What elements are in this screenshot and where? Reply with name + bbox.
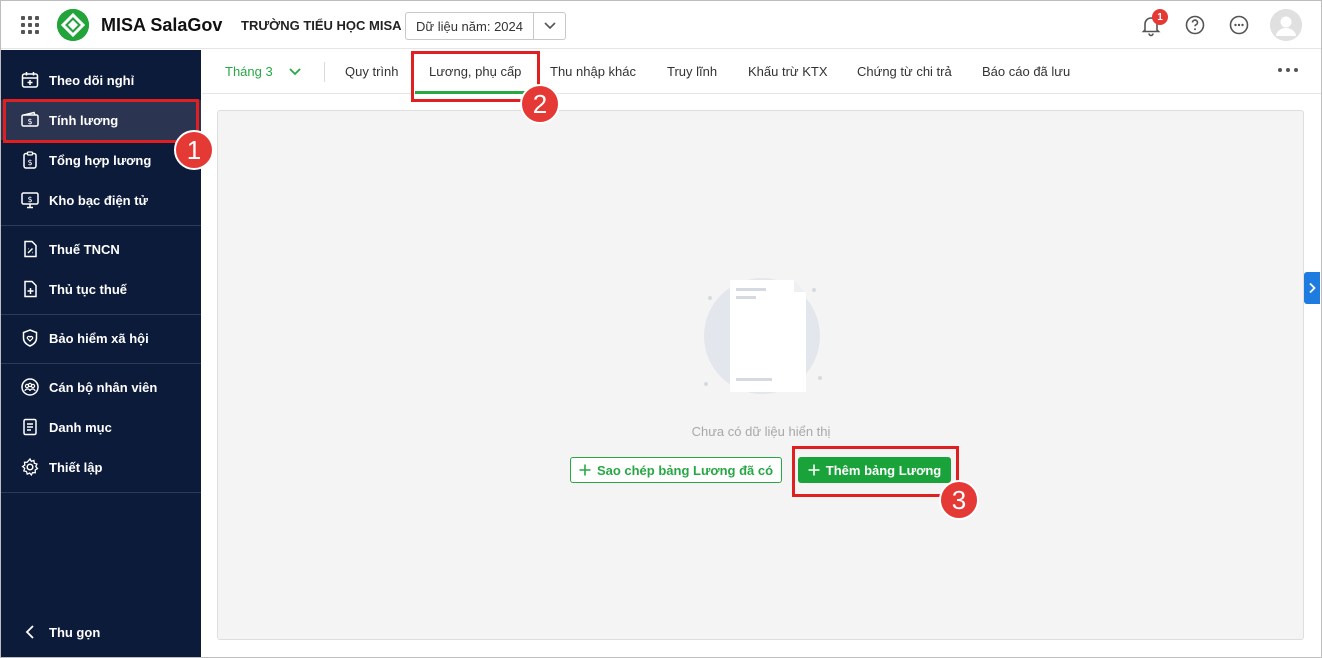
help-icon[interactable] xyxy=(1183,13,1207,37)
sidebar-collapse-label: Thu gọn xyxy=(49,624,101,640)
sidebar-item-bao-hiem-xa-hoi[interactable]: Bảo hiểm xã hội xyxy=(1,318,201,358)
tab-separator xyxy=(324,62,325,82)
file-plus-icon xyxy=(24,280,37,298)
chevron-down-icon xyxy=(533,13,565,39)
tab-bar: Tháng 3 Quy trình Lương, phụ cấp Thu nhậ… xyxy=(202,50,1321,94)
plus-icon xyxy=(808,464,820,476)
tab-thu-nhap-khac[interactable]: Thu nhập khác xyxy=(550,64,636,79)
month-select[interactable]: Tháng 3 xyxy=(225,64,301,79)
tab-chung-tu-chi-tra[interactable]: Chứng từ chi trả xyxy=(857,64,952,79)
add-salary-table-label: Thêm bảng Lương xyxy=(825,462,942,478)
month-select-value: Tháng 3 xyxy=(225,64,273,79)
tab-khau-tru-ktx[interactable]: Khấu trừ KTX xyxy=(748,64,828,79)
more-tabs-icon[interactable] xyxy=(1278,68,1302,72)
tab-bao-cao-da-luu[interactable]: Báo cáo đã lưu xyxy=(982,64,1070,79)
year-select-value: Dữ liệu năm: 2024 xyxy=(416,18,523,34)
svg-text:$: $ xyxy=(27,158,32,167)
sidebar-divider xyxy=(1,225,201,226)
gear-icon xyxy=(21,457,39,477)
sidebar-item-label: Cán bộ nhân viên xyxy=(49,379,158,395)
active-tab-indicator xyxy=(415,91,528,94)
calendar-icon xyxy=(21,72,39,88)
copy-salary-table-label: Sao chép bảng Lương đã có xyxy=(596,462,774,478)
sidebar-item-label: Danh mục xyxy=(49,419,112,435)
more-options-icon[interactable] xyxy=(1227,13,1251,37)
sidebar-item-label: Thiết lập xyxy=(49,459,103,475)
shield-heart-icon xyxy=(22,329,38,347)
clipboard-dollar-icon: $ xyxy=(23,151,37,169)
chevron-down-icon xyxy=(289,67,301,75)
app-launcher-icon[interactable] xyxy=(21,16,39,34)
copy-salary-table-button[interactable]: Sao chép bảng Lương đã có xyxy=(570,457,782,483)
brand-logo-icon xyxy=(57,9,89,41)
sidebar-item-label: Bảo hiểm xã hội xyxy=(49,330,149,346)
sidebar-divider xyxy=(1,314,201,315)
people-icon xyxy=(21,378,39,396)
list-doc-icon xyxy=(23,418,37,436)
step-marker-1: 1 xyxy=(174,130,214,170)
sidebar-divider xyxy=(1,363,201,364)
sidebar-item-kho-bac-dien-tu[interactable]: $ Kho bạc điện tử xyxy=(1,180,201,220)
plus-icon xyxy=(579,464,591,476)
chevron-right-icon xyxy=(1309,282,1316,294)
step-marker-3: 3 xyxy=(939,480,979,520)
sidebar: Theo dõi nghỉ $ Tính lương $ Tổng hợp lư… xyxy=(1,50,201,657)
svg-text:$: $ xyxy=(27,195,32,204)
tab-luong-phu-cap[interactable]: Lương, phụ cấp xyxy=(429,64,521,79)
sidebar-item-label: Thuế TNCN xyxy=(49,241,120,257)
avatar[interactable] xyxy=(1270,9,1302,41)
step-marker-2: 2 xyxy=(520,84,560,124)
sidebar-item-tong-hop-luong[interactable]: $ Tổng hợp lương xyxy=(1,140,201,180)
expand-panel-toggle[interactable] xyxy=(1304,272,1320,304)
add-salary-table-button[interactable]: Thêm bảng Lương xyxy=(798,457,951,483)
sidebar-item-thiet-lap[interactable]: Thiết lập xyxy=(1,447,201,487)
sidebar-item-can-bo-nhan-vien[interactable]: Cán bộ nhân viên xyxy=(1,367,201,407)
svg-text:$: $ xyxy=(27,117,32,126)
sidebar-item-label: Theo dõi nghỉ xyxy=(49,72,135,88)
notification-badge: 1 xyxy=(1152,9,1168,25)
empty-state-text: Chưa có dữ liệu hiển thị xyxy=(691,424,831,439)
tab-truy-linh[interactable]: Truy lĩnh xyxy=(667,64,717,79)
sidebar-item-thu-tuc-thue[interactable]: Thủ tục thuế xyxy=(1,269,201,309)
organization-name: TRƯỜNG TIỂU HỌC MISA xyxy=(241,18,402,33)
sidebar-item-label: Kho bạc điện tử xyxy=(49,192,148,208)
top-header: MISA SalaGov TRƯỜNG TIỂU HỌC MISA Dữ liệ… xyxy=(1,1,1321,49)
sidebar-item-thue-tncn[interactable]: Thuế TNCN xyxy=(1,229,201,269)
tax-file-icon xyxy=(24,240,37,258)
sidebar-item-theo-doi-nghi[interactable]: Theo dõi nghỉ xyxy=(1,60,201,100)
sidebar-item-danh-muc[interactable]: Danh mục xyxy=(1,407,201,447)
chevron-left-icon xyxy=(25,625,34,639)
sidebar-divider xyxy=(1,492,201,493)
sidebar-item-label: Tính lương xyxy=(49,112,119,128)
tab-quy-trinh[interactable]: Quy trình xyxy=(345,64,398,79)
empty-document-icon xyxy=(704,278,822,394)
sidebar-collapse-button[interactable]: Thu gọn xyxy=(1,612,201,652)
monitor-dollar-icon: $ xyxy=(21,192,39,209)
sidebar-item-label: Thủ tục thuế xyxy=(49,281,127,297)
year-select[interactable]: Dữ liệu năm: 2024 xyxy=(405,12,566,40)
money-icon: $ xyxy=(21,111,39,127)
sidebar-item-label: Tổng hợp lương xyxy=(49,152,152,168)
sidebar-item-tinh-luong[interactable]: $ Tính lương xyxy=(1,100,201,140)
app-name: MISA SalaGov xyxy=(101,15,223,35)
